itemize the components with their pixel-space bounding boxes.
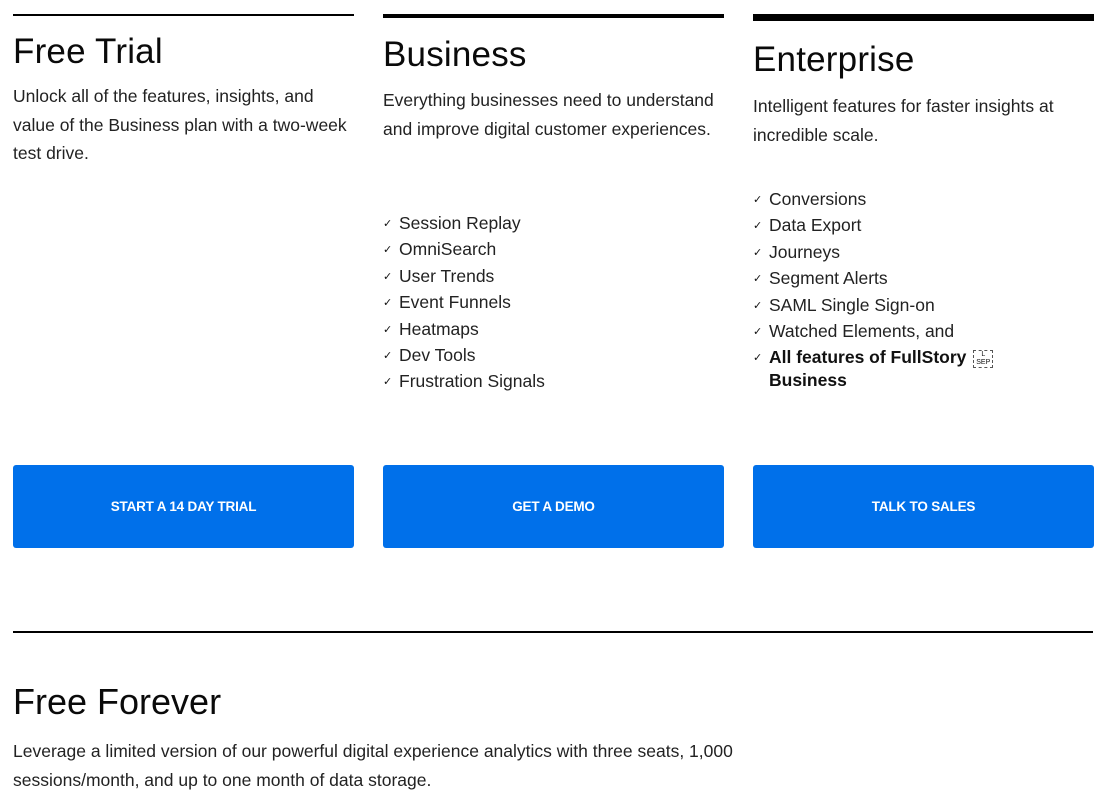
feature-label-continued: Business <box>769 370 847 391</box>
feature-list: ✓ Conversions ✓ Data Export ✓ Journeys ✓ Seg… <box>753 186 994 392</box>
check-icon: ✓ <box>753 194 763 206</box>
talk-to-sales-button[interactable]: TALK TO SALES <box>753 465 1094 548</box>
feature-label: Event Funnels <box>399 292 511 313</box>
plan-free-trial: Free Trial Unlock all of the features, i… <box>13 14 354 168</box>
feature-list: ✓ Session Replay ✓ OmniSearch ✓ User Trends… <box>383 210 545 395</box>
check-icon: ✓ <box>753 326 763 339</box>
check-icon: ✓ <box>383 270 393 283</box>
check-icon: ✓ <box>383 218 393 230</box>
feature-item: ✓ Data Export <box>753 212 993 238</box>
feature-label: OmniSearch <box>399 239 497 260</box>
feature-label: Heatmaps <box>399 318 479 339</box>
section-divider <box>13 631 1093 633</box>
feature-label: Segment Alerts <box>769 268 888 289</box>
feature-label: Journeys <box>769 241 841 262</box>
check-icon: ✓ <box>753 220 763 233</box>
plan-title: Free Trial <box>13 32 163 71</box>
plan-description: Unlock all of the features, insights, an… <box>13 86 347 163</box>
feature-label: Dev Tools <box>399 345 476 366</box>
free-forever-title: Free Forever <box>13 681 222 722</box>
check-icon: ✓ <box>383 350 393 363</box>
feature-label: Conversions <box>769 189 867 209</box>
plan-description: Intelligent features for faster insights… <box>753 96 1054 145</box>
feature-item: ✓ SAML Single Sign-on <box>753 292 993 318</box>
feature-label: SAML Single Sign-on <box>769 294 935 315</box>
check-icon: ✓ <box>753 299 763 312</box>
feature-item: ✓ Journeys <box>753 239 993 265</box>
feature-item: ✓ Segment Alerts <box>753 265 993 291</box>
feature-label: Session Replay <box>399 213 521 233</box>
plan-title: Enterprise <box>753 40 915 79</box>
check-icon: ✓ <box>383 376 393 389</box>
plan-enterprise: Enterprise Intelligent features for fast… <box>753 14 1094 390</box>
check-icon: ✓ <box>753 246 763 259</box>
start-trial-button[interactable]: START A 14 DAY TRIAL <box>13 465 354 548</box>
plan-top-rule <box>13 14 354 16</box>
feature-item: ✓ Frustration Signals <box>383 368 545 394</box>
feature-item: ✓ User Trends <box>383 263 545 289</box>
feature-label: Watched Elements, and <box>769 321 955 342</box>
check-icon: ✓ <box>753 352 763 365</box>
check-icon: ✓ <box>753 273 763 286</box>
feature-item: ✓ OmniSearch <box>383 236 545 262</box>
get-demo-button[interactable]: GET A DEMO <box>383 465 724 548</box>
feature-label: All features of FullStory <box>769 347 967 368</box>
feature-item-highlight: ✓ All features of FullStory L SEP Business <box>753 344 994 392</box>
line-separator-glyph-icon: L SEP <box>973 349 994 368</box>
plan-top-rule <box>753 14 1094 21</box>
feature-label: User Trends <box>399 265 495 286</box>
feature-item: ✓ Watched Elements, and <box>753 318 993 344</box>
feature-label: Frustration Signals <box>399 371 545 392</box>
feature-item: ✓ Session Replay <box>383 210 545 236</box>
check-icon: ✓ <box>383 297 393 310</box>
plan-top-rule <box>383 14 724 18</box>
plan-description: Everything businesses need to understand… <box>383 90 714 139</box>
feature-item: ✓ Dev Tools <box>383 342 545 368</box>
check-icon: ✓ <box>383 244 393 257</box>
check-icon: ✓ <box>383 323 393 336</box>
feature-item: ✓ Event Funnels <box>383 289 545 315</box>
feature-label: Data Export <box>769 215 862 236</box>
free-forever-description: Leverage a limited version of our powerf… <box>13 741 733 790</box>
feature-item: ✓ Conversions <box>753 186 993 212</box>
feature-item: ✓ Heatmaps <box>383 316 545 342</box>
plan-title: Business <box>383 35 527 74</box>
plan-business: Business Everything businesses need to u… <box>383 14 724 391</box>
